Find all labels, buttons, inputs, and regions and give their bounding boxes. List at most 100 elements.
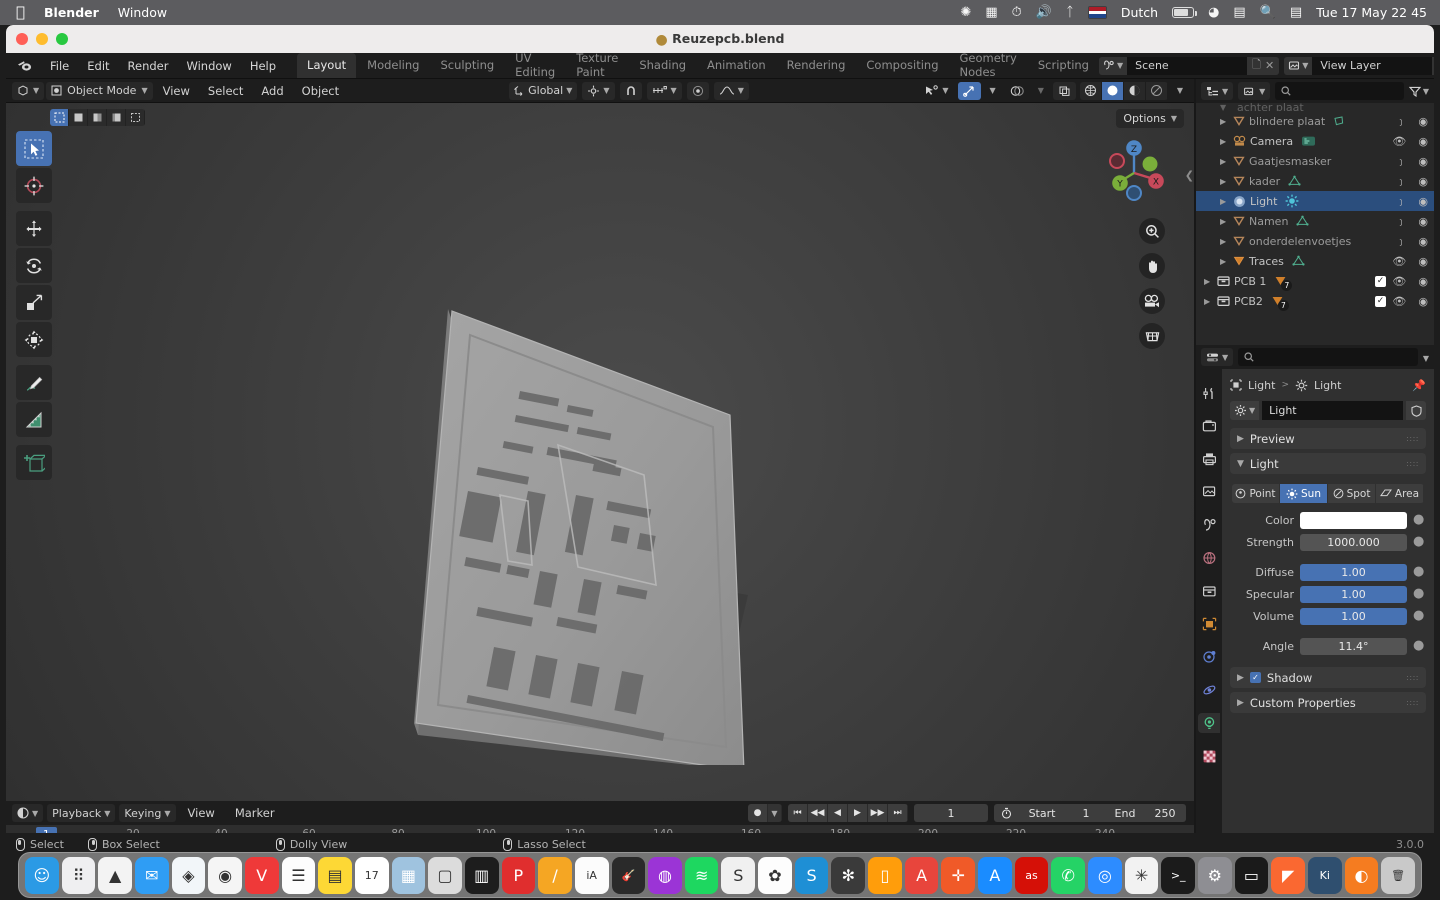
- hide-in-viewport-icon[interactable]: ﹞: [1395, 153, 1406, 169]
- light-specular-value[interactable]: 1.00: [1300, 585, 1407, 603]
- fake-user-shield-icon[interactable]: [1406, 401, 1426, 420]
- outliner-row-toggles[interactable]: 👁 ◉: [1392, 275, 1428, 288]
- dock-item-ia-writer[interactable]: iA: [574, 857, 609, 894]
- apple-icon[interactable]: : [16, 5, 25, 20]
- outliner-row-toggles[interactable]: 👁 ◉: [1392, 295, 1428, 308]
- view-layer-icon[interactable]: ▼: [1284, 56, 1313, 75]
- light-specular-row[interactable]: Specular 1.00 ●: [1232, 585, 1424, 603]
- light-diffuse-value[interactable]: 1.00: [1300, 563, 1407, 581]
- transform-orientation-selector[interactable]: Global ▼: [509, 81, 578, 100]
- snap-magnet-icon[interactable]: [619, 81, 642, 100]
- mesh-data-icon[interactable]: [1292, 255, 1305, 267]
- timeline-menu-marker[interactable]: Marker: [227, 806, 283, 820]
- zoom-icon[interactable]: [1139, 218, 1165, 244]
- hide-in-viewport-icon[interactable]: ﹞: [1395, 113, 1406, 129]
- outliner-row-toggles[interactable]: ﹞ ◉: [1395, 233, 1428, 249]
- dock-item-garageband[interactable]: 🎸: [611, 857, 646, 894]
- material-tab[interactable]: [1198, 746, 1220, 766]
- collection-checkbox[interactable]: ✓: [1375, 275, 1386, 287]
- collection-checkbox[interactable]: ✓: [1375, 295, 1386, 307]
- dock-item-chrome[interactable]: ◉: [208, 857, 242, 894]
- timeline-editor-icon[interactable]: ▼: [12, 804, 44, 822]
- show-overlays-toggle[interactable]: [1005, 82, 1029, 100]
- outliner-row-toggles[interactable]: 👁 ◉: [1392, 135, 1428, 148]
- disable-in-renders-icon[interactable]: ◉: [1418, 275, 1428, 288]
- camera-data-icon[interactable]: [1301, 135, 1317, 147]
- hide-in-viewport-icon[interactable]: ﹞: [1395, 213, 1406, 229]
- dock-item-launchpad[interactable]: ⠿: [61, 857, 96, 894]
- pan-hand-icon[interactable]: [1139, 253, 1165, 279]
- gizmo-options-dropdown[interactable]: ▼: [985, 82, 1001, 100]
- outliner-filter-icon[interactable]: ▼: [1408, 86, 1429, 97]
- outliner-row-pcb-1[interactable]: ▶ PCB 1 7 ✓ 👁 ◉: [1196, 271, 1434, 291]
- timeline-menu-view[interactable]: View: [180, 806, 223, 820]
- transform-orientation-label[interactable]: Global: [528, 84, 563, 97]
- view-layer-name[interactable]: View Layer: [1312, 56, 1433, 75]
- scene-icon[interactable]: ▼: [1098, 56, 1128, 75]
- battery-charging-icon[interactable]: [1172, 7, 1198, 18]
- menu-help[interactable]: Help: [241, 57, 285, 75]
- select-circle-button[interactable]: [88, 109, 107, 126]
- select-extend-button[interactable]: [126, 109, 145, 126]
- play-button[interactable]: ▶: [848, 804, 868, 822]
- tool-tab[interactable]: [1198, 383, 1220, 403]
- proportional-editing-icon[interactable]: [686, 81, 709, 100]
- physics-tab[interactable]: [1198, 680, 1220, 700]
- workspace-tab-animation[interactable]: Animation: [697, 53, 776, 78]
- dock-item-skype[interactable]: S: [794, 857, 829, 894]
- object-data-light-tab[interactable]: [1198, 713, 1220, 733]
- render-tab[interactable]: [1198, 416, 1220, 436]
- breadcrumb-object-name[interactable]: Light: [1248, 379, 1275, 392]
- light-panel-header[interactable]: ▼ Light ::::: [1230, 453, 1426, 474]
- menu-edit[interactable]: Edit: [78, 57, 118, 75]
- editor-type-3d-viewport-icon[interactable]: ▼: [12, 81, 45, 100]
- workspace-tab-compositing[interactable]: Compositing: [856, 53, 948, 78]
- auto-keying-dropdown[interactable]: ▼: [768, 804, 782, 822]
- light-color-swatch[interactable]: [1300, 511, 1407, 529]
- auto-keying-icon[interactable]: ●: [748, 804, 768, 822]
- scale-tool[interactable]: [16, 285, 52, 320]
- disable-in-renders-icon[interactable]: ◉: [1418, 135, 1428, 148]
- shading-solid-button[interactable]: [1101, 81, 1124, 100]
- viewport-menu-add[interactable]: Add: [253, 84, 291, 98]
- outliner-tree[interactable]: ▼ achter plaat ▶ blindere plaat ﹞ ◉ ▶ Ca…: [1196, 103, 1434, 345]
- scene-name[interactable]: Scene: [1127, 56, 1248, 75]
- scene-tab[interactable]: [1198, 515, 1220, 535]
- select-tweak-button[interactable]: [50, 109, 69, 126]
- chevron-right-icon[interactable]: ▶: [1237, 434, 1244, 444]
- dock-item-spotify[interactable]: ≋: [684, 857, 719, 894]
- animate-property-icon[interactable]: ●: [1413, 609, 1424, 622]
- outliner-row-pcb2[interactable]: ▶ PCB2 7 ✓ 👁 ◉: [1196, 291, 1434, 311]
- scene-selector[interactable]: ▼ Scene 🗋 ✕: [1098, 56, 1280, 75]
- timeline-menu-keying[interactable]: Keying ▼: [119, 804, 176, 822]
- sun-light-data-icon[interactable]: [1285, 194, 1299, 208]
- dock-item-blender[interactable]: ✻: [831, 857, 866, 894]
- hide-in-viewport-icon[interactable]: 👁: [1392, 255, 1406, 268]
- bartender-icon[interactable]: ✺: [960, 5, 971, 20]
- disclosure-triangle-icon[interactable]: ▶: [1220, 117, 1233, 126]
- playback-transport[interactable]: ⏮ ◀◀ ◀ ▶ ▶▶ ⏭: [788, 804, 908, 822]
- auto-keying-group[interactable]: ● ▼: [748, 804, 782, 822]
- outliner-row-gaatjesmasker[interactable]: ▶ Gaatjesmasker ﹞ ◉: [1196, 151, 1434, 171]
- disclosure-triangle-icon[interactable]: ▶: [1220, 137, 1233, 146]
- menubar-clock[interactable]: Tue 17 May 22 45: [1316, 5, 1427, 20]
- dock-item-pdf-expert[interactable]: P: [501, 857, 536, 894]
- select-lasso-button[interactable]: [107, 109, 126, 126]
- dock-item-fusion360[interactable]: ◐: [1344, 857, 1379, 894]
- dock-item-mail[interactable]: ✉: [134, 857, 169, 894]
- viewport-shading-modes[interactable]: [1079, 81, 1168, 100]
- hide-in-viewport-icon[interactable]: ﹞: [1395, 173, 1406, 189]
- viewport-menu-object[interactable]: Object: [294, 84, 347, 98]
- frame-end-value[interactable]: 250: [1144, 804, 1186, 822]
- use-preview-range-icon[interactable]: [994, 804, 1018, 822]
- workspace-tab-sculpting[interactable]: Sculpting: [430, 53, 504, 78]
- viewport-menu-view[interactable]: View: [155, 84, 198, 98]
- dock-item-acrobat[interactable]: A: [904, 857, 939, 894]
- outliner-row-toggles[interactable]: ﹞ ◉: [1395, 193, 1428, 209]
- add-cube-tool[interactable]: [16, 445, 52, 480]
- mesh-data-icon[interactable]: [1296, 215, 1310, 227]
- hide-in-viewport-icon[interactable]: ﹞: [1395, 193, 1406, 209]
- outliner-search-input[interactable]: [1275, 82, 1404, 100]
- menu-window[interactable]: Window: [177, 57, 240, 75]
- snap-to-selector[interactable]: ▼: [646, 81, 682, 100]
